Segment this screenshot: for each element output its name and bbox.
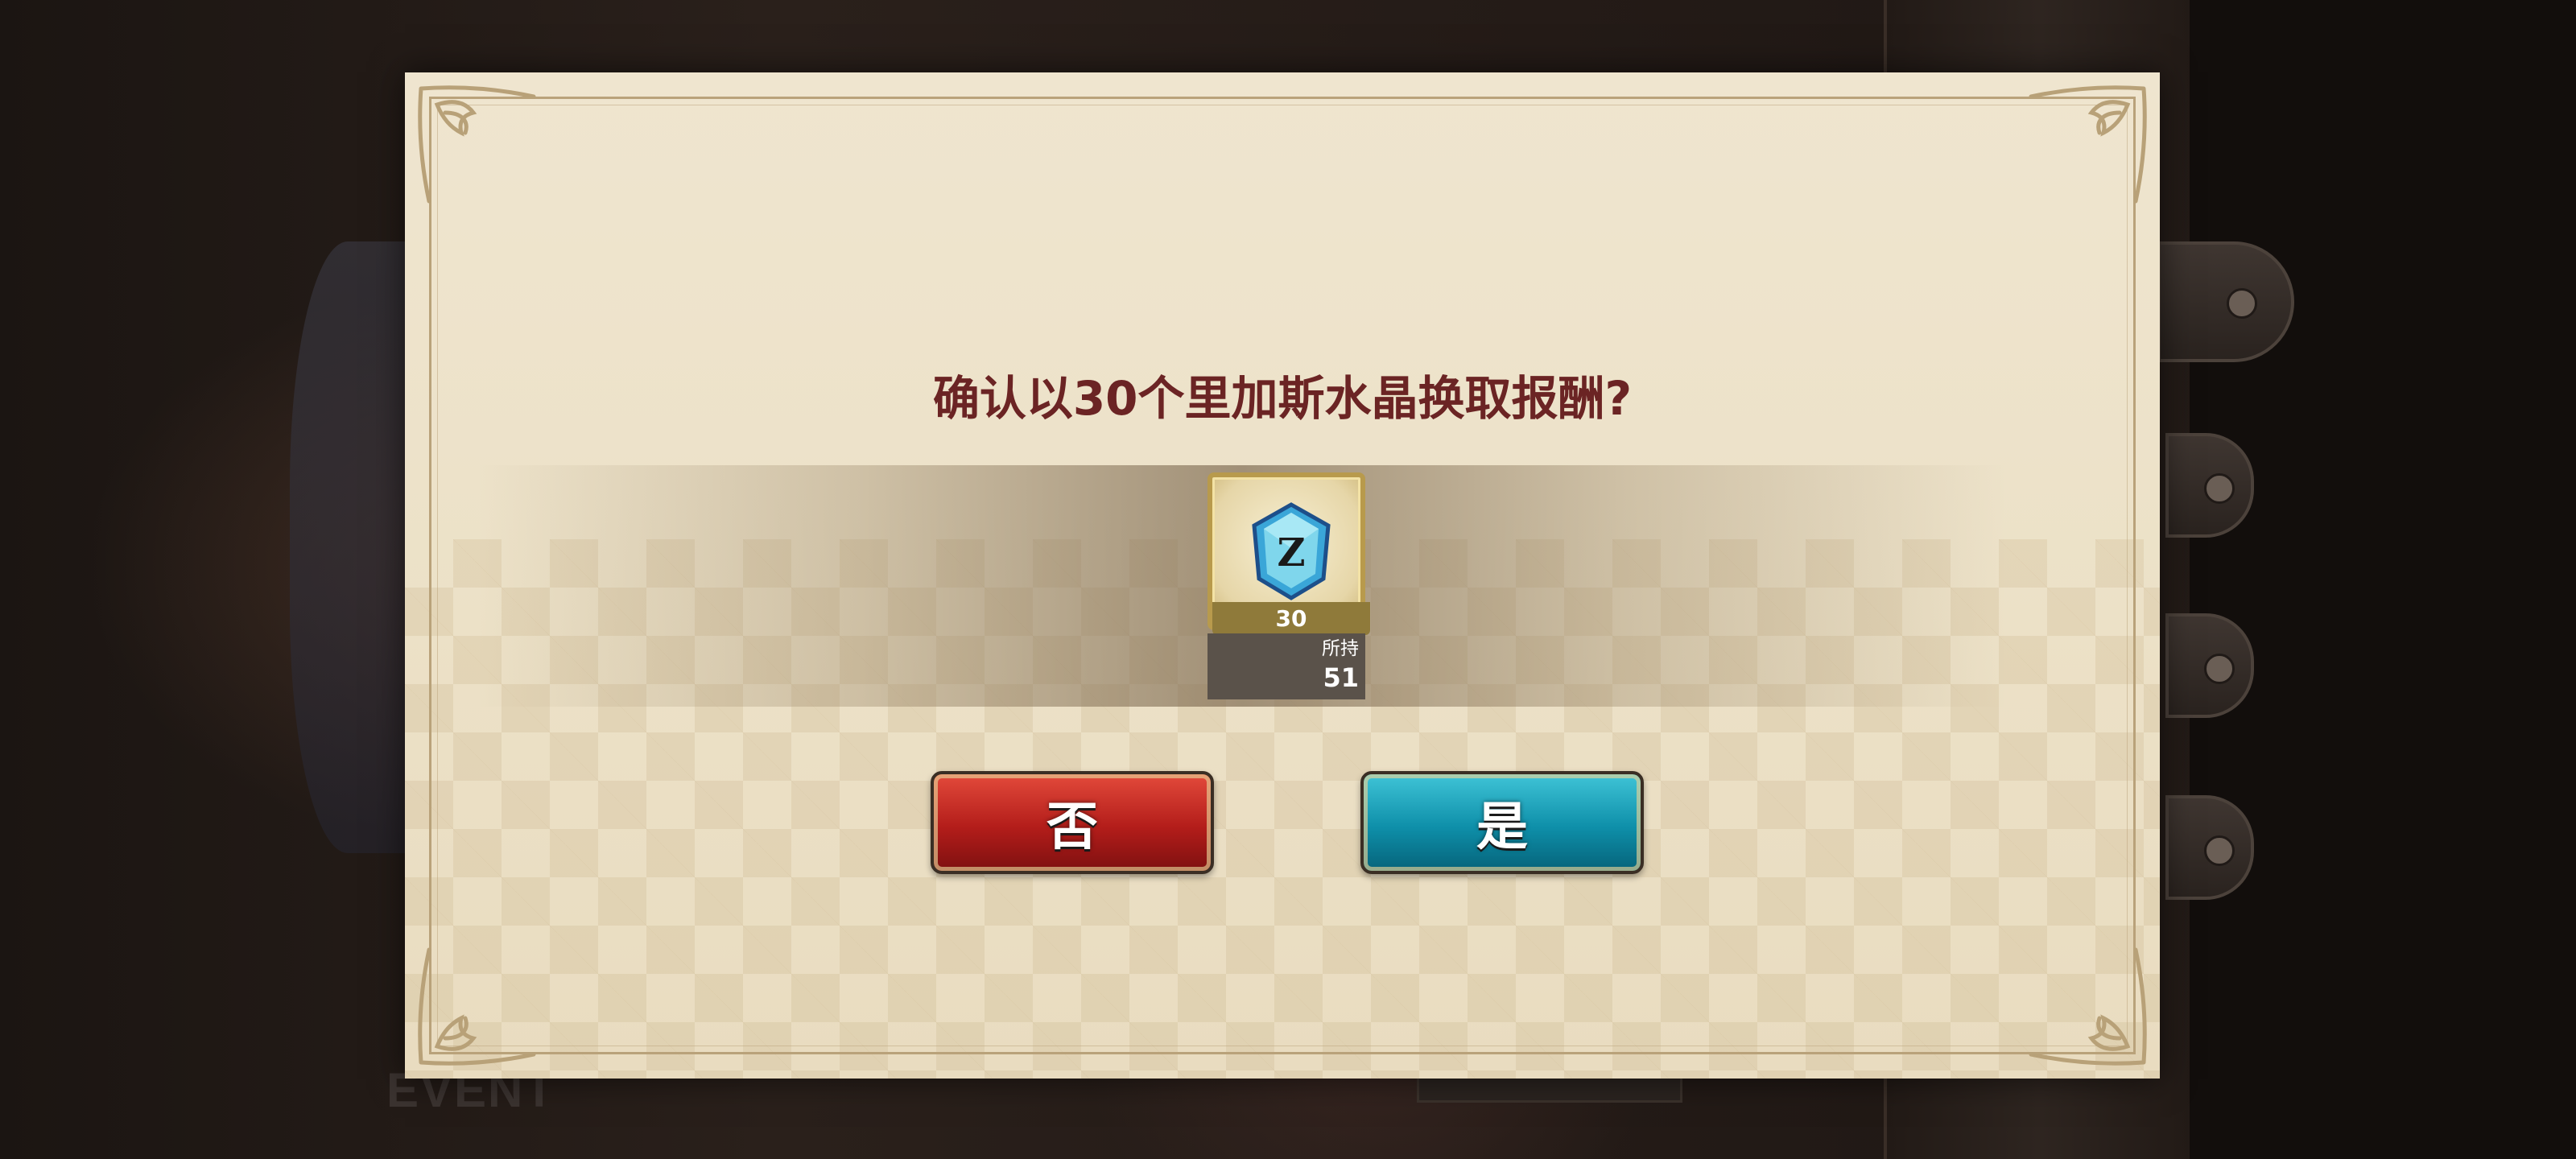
corner-ornament-icon [2023, 80, 2152, 209]
corner-ornament-icon [413, 80, 542, 209]
corner-ornament-icon [2023, 942, 2152, 1070]
item-card: Z 30 [1208, 472, 1370, 635]
item-quantity: 30 [1212, 602, 1370, 635]
blue-crystal-icon: Z [1249, 501, 1333, 601]
corner-ornament-icon [413, 942, 542, 1070]
background-right-strip [2190, 0, 2576, 1159]
background-tab-knob [2165, 433, 2254, 538]
background-tab-knob [2165, 613, 2254, 718]
owned-count: 51 [1323, 662, 1359, 693]
svg-text:Z: Z [1277, 530, 1305, 575]
yes-button[interactable]: 是 [1360, 771, 1644, 874]
owned-label: 所持 [1322, 638, 1359, 659]
background-tab-knob [2165, 795, 2254, 900]
reward-item: Z 30 所持 51 [1208, 472, 1370, 706]
owned-count-box: 所持 51 [1208, 633, 1365, 699]
no-button[interactable]: 否 [931, 771, 1214, 874]
dialog-title: 确认以30个里加斯水晶换取报酬? [932, 371, 1633, 426]
confirm-exchange-dialog: 确认以30个里加斯水晶换取报酬? Z 30 所持 51 否 是 [405, 72, 2160, 1079]
background-tab-knob [2157, 241, 2294, 362]
